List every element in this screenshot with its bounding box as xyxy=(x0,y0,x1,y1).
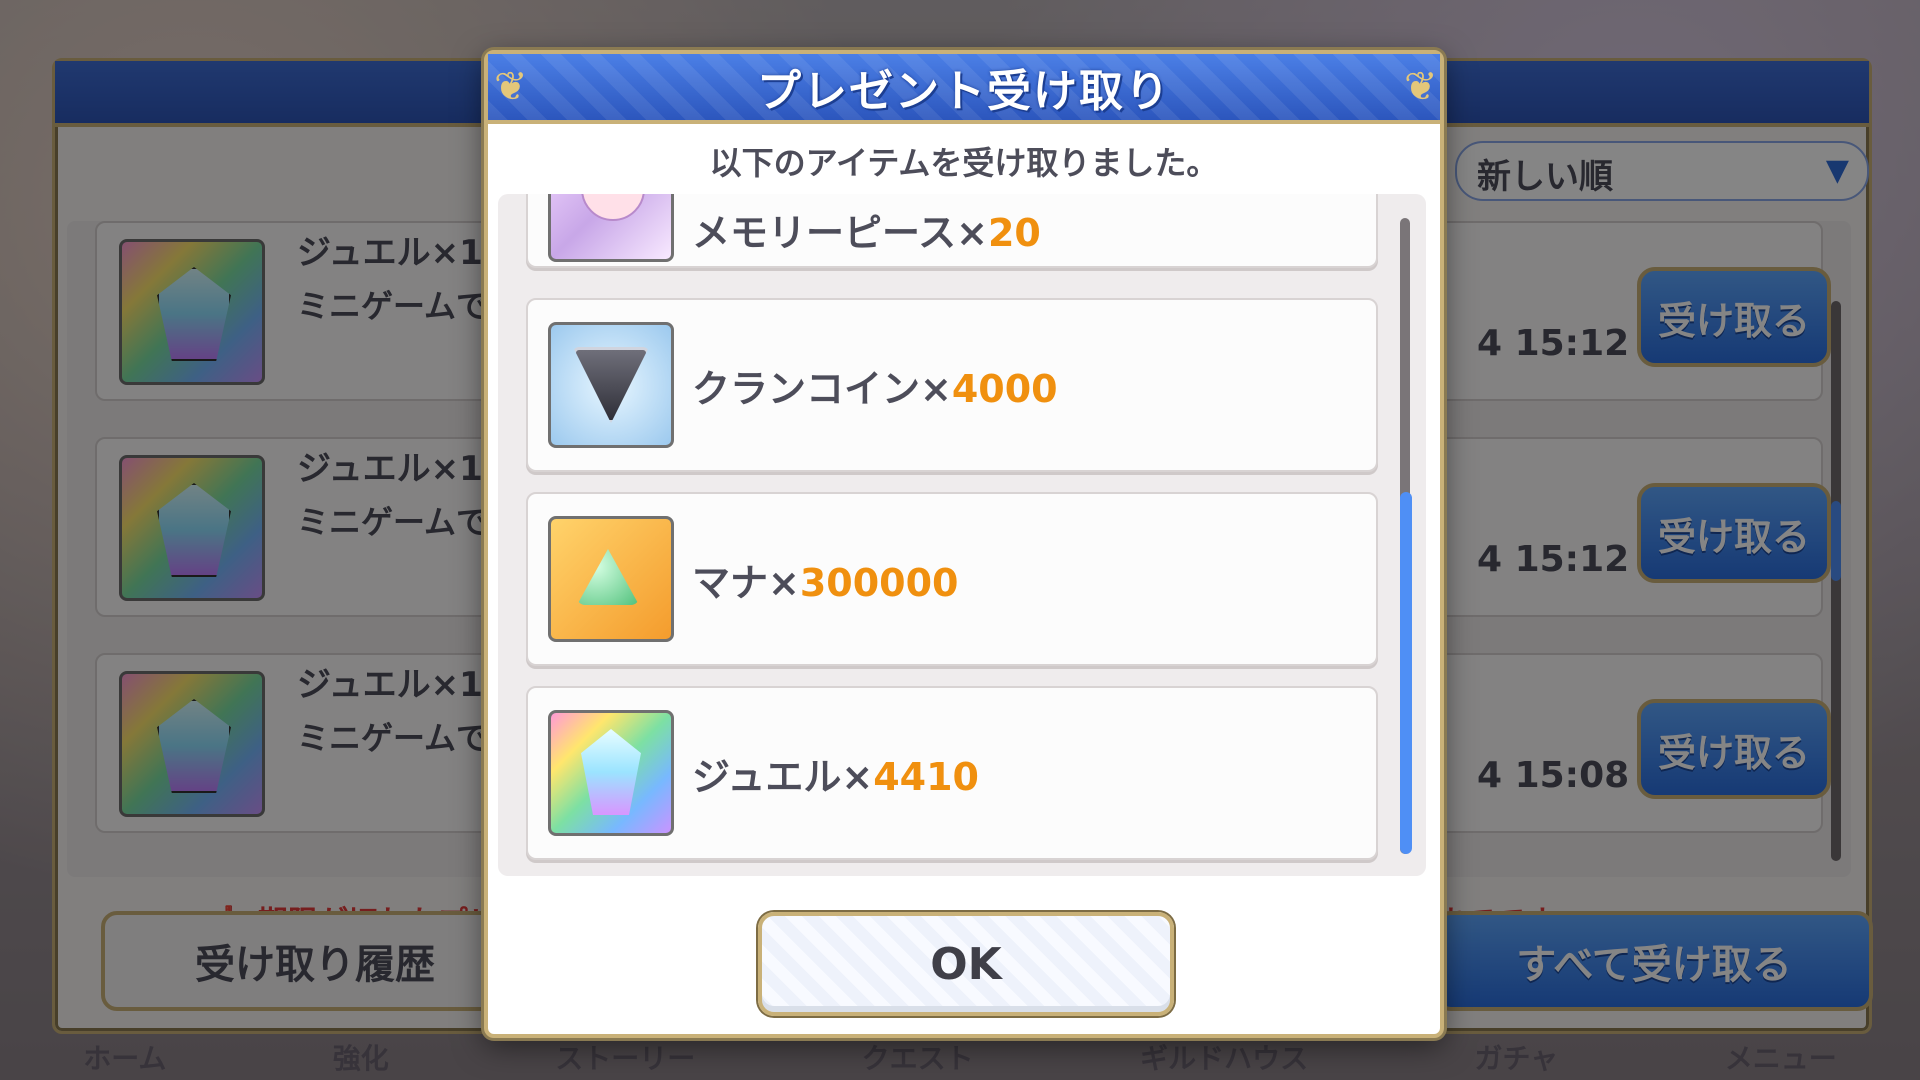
item-name: ジュエル× xyxy=(692,755,874,799)
clan-coin-icon xyxy=(548,322,674,448)
item-label: クランコイン×4000 xyxy=(692,358,1058,413)
ornament-icon: ❦ xyxy=(494,64,528,110)
present-received-dialog: ❦ プレゼント受け取り ❦ 以下のアイテムを受け取りました。 メモリーピース×2… xyxy=(484,50,1444,1038)
received-item-list: メモリーピース×20 クランコイン×4000 マナ×300000 ジュエル×44… xyxy=(498,194,1426,876)
dialog-title: プレゼント受け取り xyxy=(757,66,1171,117)
item-label: メモリーピース×20 xyxy=(692,202,1041,257)
jewel-icon xyxy=(548,710,674,836)
item-quantity: 4410 xyxy=(873,755,979,799)
ornament-icon: ❦ xyxy=(1404,64,1438,110)
item-name: クランコイン× xyxy=(692,367,952,411)
item-name: マナ× xyxy=(692,561,800,605)
item-label: ジュエル×4410 xyxy=(692,746,979,801)
item-quantity: 300000 xyxy=(799,561,959,605)
list-item: クランコイン×4000 xyxy=(526,298,1378,472)
ok-button[interactable]: OK xyxy=(758,912,1174,1016)
item-name: メモリーピース× xyxy=(692,211,988,255)
dialog-header: ❦ プレゼント受け取り ❦ xyxy=(488,54,1440,124)
dialog-subtitle: 以下のアイテムを受け取りました。 xyxy=(709,144,1219,182)
mana-icon xyxy=(548,516,674,642)
item-list-scrollbar-thumb[interactable] xyxy=(1400,492,1412,854)
list-item: ジュエル×4410 xyxy=(526,686,1378,860)
memory-piece-icon xyxy=(548,194,674,262)
list-item: マナ×300000 xyxy=(526,492,1378,666)
item-quantity: 4000 xyxy=(951,367,1058,411)
item-label: マナ×300000 xyxy=(692,552,959,607)
list-item: メモリーピース×20 xyxy=(526,194,1378,268)
item-quantity: 20 xyxy=(987,211,1041,255)
